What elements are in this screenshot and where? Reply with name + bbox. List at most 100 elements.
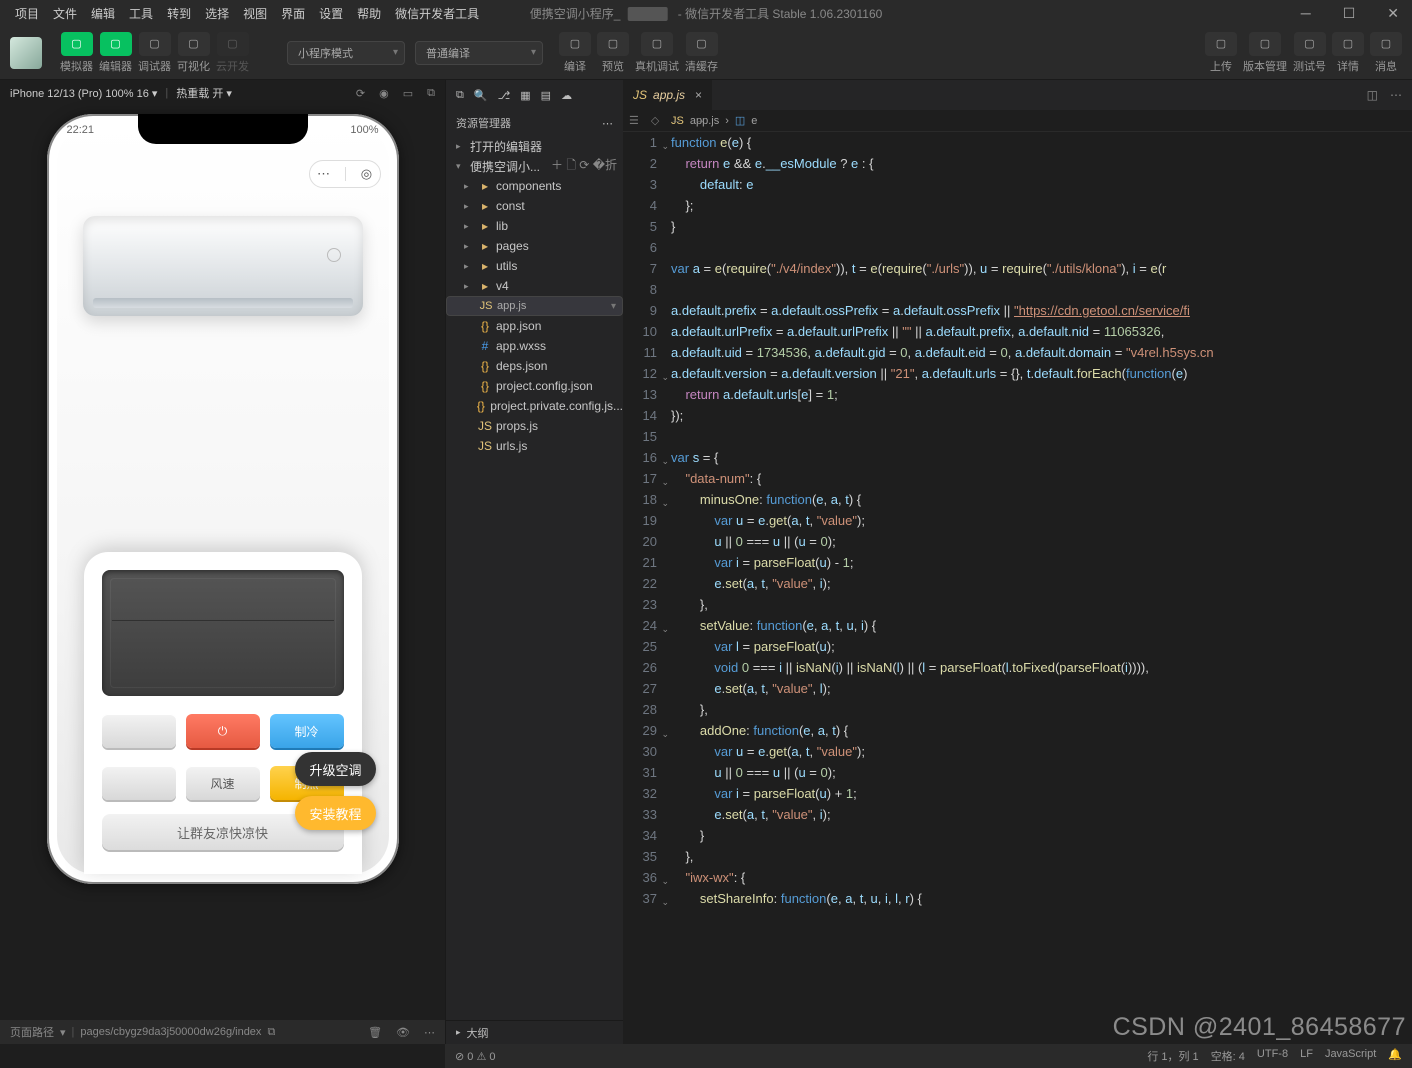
project-root[interactable]: ▾便携空调小...＋ 🗋 ⟳ �折	[446, 156, 623, 176]
copy-icon[interactable]: ⧉	[427, 87, 435, 100]
tab-app-js[interactable]: JSapp.js×	[623, 80, 712, 110]
fan-button[interactable]: 风速	[186, 766, 260, 800]
page-path[interactable]: pages/cbygz9da3j50000dw26g/index	[80, 1026, 261, 1038]
indent-info[interactable]: 空格: 4	[1211, 1048, 1245, 1064]
file-urls.js[interactable]: JSurls.js	[446, 436, 623, 456]
menu-item[interactable]: 帮助	[350, 5, 388, 22]
power-button[interactable]: ⏻	[186, 714, 260, 748]
explorer-menu-icon[interactable]: ⋯	[602, 117, 613, 130]
panel-icon[interactable]: ▤	[541, 89, 551, 102]
editor-button[interactable]: ▢编辑器	[99, 32, 132, 74]
file-project.config.json[interactable]: {}project.config.json	[446, 376, 623, 396]
simulator-device[interactable]: 22:21100% ⋯◎ . ⏻ 制冷 . 风速	[47, 114, 399, 884]
code-editor: JSapp.js× ◫ ⋯ ☰◇←→ JSapp.js›◫e 1⌄function…	[623, 80, 1412, 1044]
file-app.js[interactable]: JSapp.js	[446, 296, 623, 316]
cache-button[interactable]: ▢清缓存	[685, 32, 718, 74]
blank-button-2[interactable]: .	[102, 766, 176, 800]
mode-select[interactable]: 小程序模式	[287, 41, 405, 65]
folder-utils[interactable]: ▸▸utils	[446, 256, 623, 276]
tutorial-pill[interactable]: 安装教程	[295, 796, 375, 830]
problems-counter[interactable]: ⊘ 0 ⚠ 0	[455, 1050, 495, 1063]
menu-item[interactable]: 界面	[274, 5, 312, 22]
avatar[interactable]	[10, 37, 42, 69]
outline-section[interactable]: ▸大纲	[446, 1020, 623, 1044]
compile-button[interactable]: ▢编译	[559, 32, 591, 74]
file-project.private.config.js...[interactable]: {}project.private.config.js...	[446, 396, 623, 416]
upgrade-pill[interactable]: 升级空调	[295, 752, 375, 786]
trash-icon[interactable]: 🗑	[368, 1026, 382, 1039]
explorer-panel: ⧉ 🔍 ⎇ ▦ ▤ ☁ 资源管理器 ⋯ ▸打开的编辑器▾便携空调小...＋ 🗋 ⟳…	[445, 80, 623, 1044]
version-button[interactable]: ▢版本管理	[1243, 32, 1287, 74]
folder-v4[interactable]: ▸▸v4	[446, 276, 623, 296]
ac-unit-image	[83, 216, 363, 316]
open-editors-section[interactable]: ▸打开的编辑器	[446, 136, 623, 156]
upload-button[interactable]: ▢上传	[1205, 32, 1237, 74]
more-icon[interactable]: ⋯	[424, 1026, 435, 1039]
hotreload-toggle[interactable]: 热重载 开 ▾	[176, 85, 232, 101]
search-icon[interactable]: 🔍	[474, 89, 488, 102]
remote-control: . ⏻ 制冷 . 风速 制热 让群友凉快凉快 升级空调 安装教程	[84, 552, 362, 874]
record-icon[interactable]: ◉	[379, 87, 389, 100]
file-app.wxss[interactable]: #app.wxss	[446, 336, 623, 356]
cloud-button[interactable]: ▢云开发	[216, 32, 249, 74]
folder-const[interactable]: ▸▸const	[446, 196, 623, 216]
cool-button[interactable]: 制冷	[270, 714, 344, 748]
statusbar: ⊘ 0 ⚠ 0 行 1，列 1 空格: 4 UTF-8 LF JavaScrip…	[445, 1044, 1412, 1068]
page-path-bar: 页面路径▾| pages/cbygz9da3j50000dw26g/index …	[0, 1020, 445, 1044]
close-icon[interactable]: ✕	[1380, 5, 1406, 22]
build-select[interactable]: 普通编译	[415, 41, 543, 65]
capsule[interactable]: ⋯◎	[309, 160, 381, 188]
cloud-icon[interactable]: ☁	[561, 89, 572, 102]
file-app.json[interactable]: {}app.json	[446, 316, 623, 336]
bell-icon[interactable]: 🔔	[1388, 1048, 1402, 1064]
menubar: 项目文件编辑工具转到选择视图界面设置帮助微信开发者工具 便携空调小程序_████…	[0, 0, 1412, 26]
menu-item[interactable]: 设置	[312, 5, 350, 22]
maximize-icon[interactable]: ☐	[1336, 5, 1363, 22]
menu-item[interactable]: 文件	[46, 5, 84, 22]
copy-path-icon[interactable]: ⧉	[267, 1026, 275, 1039]
menu-item[interactable]: 编辑	[84, 5, 122, 22]
debugger-button[interactable]: ▢调试器	[138, 32, 171, 74]
branch-icon[interactable]: ⎇	[498, 89, 511, 102]
folder-lib[interactable]: ▸▸lib	[446, 216, 623, 236]
code-area[interactable]: 1⌄function e(e) {2 return e && e.__esMod…	[623, 132, 1412, 1044]
eye-icon[interactable]: 👁	[396, 1026, 410, 1039]
notice-button[interactable]: ▢消息	[1370, 32, 1402, 74]
navigator-icon[interactable]: ⧉	[456, 89, 464, 102]
layout-icon[interactable]: ▦	[520, 89, 530, 102]
encoding[interactable]: UTF-8	[1257, 1048, 1288, 1064]
language[interactable]: JavaScript	[1325, 1048, 1376, 1064]
testid-button[interactable]: ▢测试号	[1293, 32, 1326, 74]
preview-button[interactable]: ▢预览	[597, 32, 629, 74]
window-title: 便携空调小程序_████ - 微信开发者工具 Stable 1.06.23011…	[523, 5, 890, 22]
menu-item[interactable]: 选择	[198, 5, 236, 22]
tab-close-icon[interactable]: ×	[695, 88, 702, 102]
file-props.js[interactable]: JSprops.js	[446, 416, 623, 436]
simulator-statusbar: iPhone 12/13 (Pro) 100% 16 ▾ | 热重载 开 ▾ ⟳…	[0, 80, 445, 106]
tab-more-icon[interactable]: ⋯	[1390, 88, 1402, 102]
simulator-button[interactable]: ▢模拟器	[60, 32, 93, 74]
menu-item[interactable]: 项目	[8, 5, 46, 22]
notch	[138, 114, 308, 144]
lcd-screen	[102, 570, 344, 696]
breadcrumb[interactable]: ☰◇←→ JSapp.js›◫e	[623, 110, 1412, 132]
explorer-title: 资源管理器	[456, 115, 511, 131]
menu-item[interactable]: 视图	[236, 5, 274, 22]
folder-components[interactable]: ▸▸components	[446, 176, 623, 196]
eol[interactable]: LF	[1300, 1048, 1313, 1064]
remote-button[interactable]: ▢真机调试	[635, 32, 679, 74]
menu-item[interactable]: 工具	[122, 5, 160, 22]
file-deps.json[interactable]: {}deps.json	[446, 356, 623, 376]
refresh-icon[interactable]: ⟳	[356, 87, 365, 100]
detail-button[interactable]: ▢详情	[1332, 32, 1364, 74]
menu-item[interactable]: 微信开发者工具	[388, 5, 486, 22]
split-icon[interactable]: ◫	[1367, 88, 1378, 102]
menu-item[interactable]: 转到	[160, 5, 198, 22]
device-select[interactable]: iPhone 12/13 (Pro) 100% 16 ▾	[10, 87, 157, 100]
visual-button[interactable]: ▢可视化	[177, 32, 210, 74]
cursor-position[interactable]: 行 1，列 1	[1147, 1048, 1198, 1064]
minimize-icon[interactable]: ─	[1294, 5, 1318, 21]
device-icon[interactable]: ▭	[403, 87, 413, 100]
blank-button[interactable]: .	[102, 714, 176, 748]
folder-pages[interactable]: ▸▸pages	[446, 236, 623, 256]
